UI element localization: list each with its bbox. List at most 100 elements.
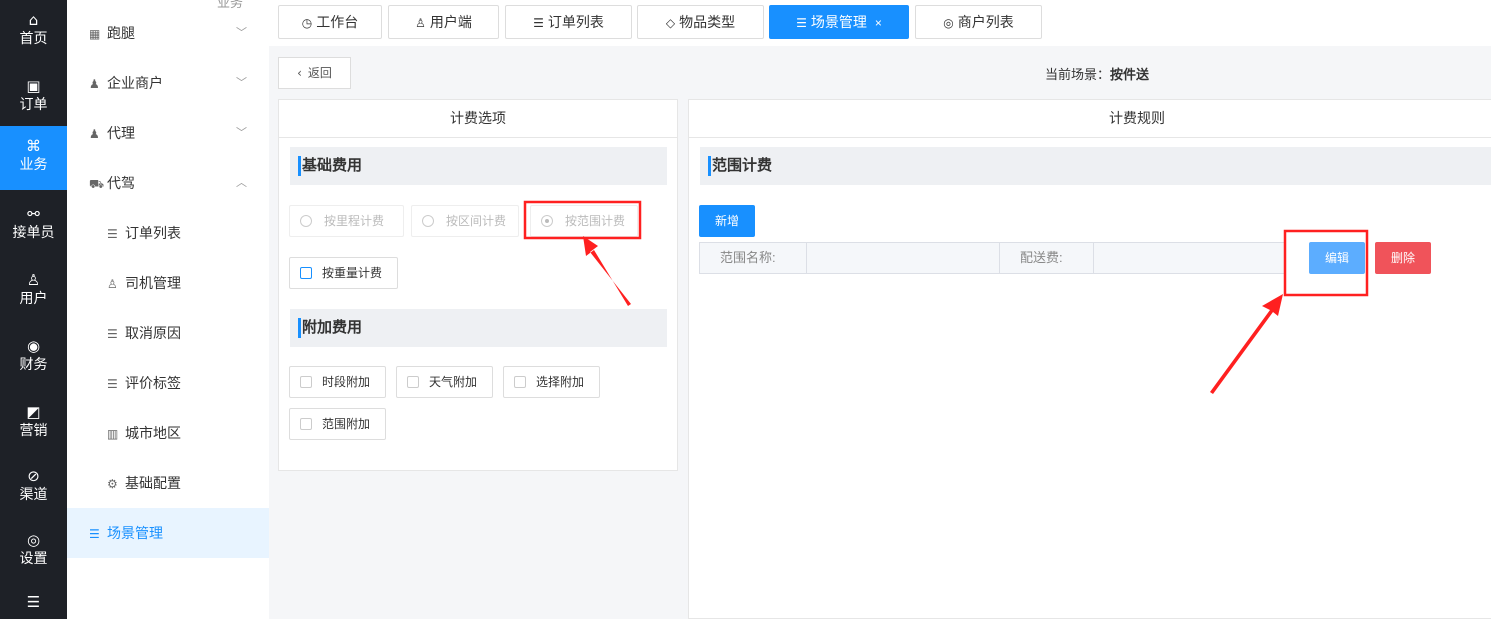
option-label: 按里程计费 (324, 214, 385, 228)
settings-icon: ◎ (26, 531, 41, 549)
submenu-label: 评价标签 (125, 375, 181, 391)
back-button[interactable]: ‹ 返回 (278, 57, 351, 89)
option-label: 按重量计费 (322, 266, 383, 280)
list-icon: ☰ (107, 227, 118, 241)
checkbox-square (300, 418, 312, 430)
submenu-item-order-list[interactable]: ☰ 订单列表 (67, 208, 269, 258)
business-icon: ⌘ (26, 137, 41, 155)
rail-item-user[interactable]: ♙ 用户 (0, 260, 67, 324)
sliders-icon: ☰ (26, 593, 41, 611)
submenu-item-enterprise[interactable]: ♟ 企业商户 ﹀ (67, 58, 269, 108)
user-icon: ♙ (26, 271, 41, 289)
submenu-label: 代理 (107, 125, 135, 141)
interval-billing-radio[interactable]: 按区间计费 (411, 205, 519, 237)
submenu-item-agent[interactable]: ♟ 代理 ﹀ (67, 108, 269, 158)
range-billing-radio[interactable]: 按范围计费 (530, 205, 638, 237)
driver-manage-icon: ♙ (107, 277, 118, 291)
app-nav-rail: ⌂ 首页 ▣ 订单 ⌘ 业务 ⚯ 接单员 ♙ 用户 ◉ 财务 ◩ 营销 ⊘ 渠道 ◎ 设置 ☰ (0, 0, 67, 619)
marketing-icon: ◩ (26, 403, 41, 421)
back-label: 返回 (307, 66, 332, 80)
order-icon: ▣ (26, 77, 41, 95)
checkbox-square (407, 376, 419, 388)
rail-item-settings[interactable]: ◎ 设置 (0, 520, 67, 584)
rail-item-order[interactable]: ▣ 订单 (0, 66, 67, 130)
add-button[interactable]: 新增 (699, 205, 755, 237)
enterprise-icon: ♟ (89, 77, 100, 91)
user-icon: ♙ (415, 16, 426, 30)
submenu-item-driver[interactable]: ⛟ 代驾 ︿ (67, 158, 269, 208)
submenu-item-cancel-reason[interactable]: ☰ 取消原因 (67, 308, 269, 358)
tab-dashboard[interactable]: ◷ 工作台 (278, 5, 382, 39)
rail-item-channel[interactable]: ⊘ 渠道 (0, 456, 67, 520)
tab-scene-manage[interactable]: ☰ 场景管理 × (769, 5, 909, 39)
channel-icon: ⊘ (27, 467, 40, 485)
rail-label: 设置 (19, 550, 48, 566)
rail-item-rider[interactable]: ⚯ 接单员 (0, 194, 67, 258)
merchant-icon: ◎ (943, 16, 954, 30)
rail-item-home[interactable]: ⌂ 首页 (0, 0, 67, 64)
tab-user-side[interactable]: ♙ 用户端 (388, 5, 499, 39)
checkbox-square (514, 376, 526, 388)
tab-order-list[interactable]: ☰ 订单列表 (505, 5, 632, 39)
chevron-down-icon: ﹀ (236, 126, 247, 139)
weight-billing-checkbox[interactable]: 按重量计费 (289, 257, 398, 289)
submenu-label: 基础配置 (125, 475, 181, 491)
list-icon: ☰ (107, 327, 118, 341)
rail-item-marketing[interactable]: ◩ 营销 (0, 392, 67, 456)
rail-label: 业务 (19, 156, 48, 172)
option-label: 按范围计费 (565, 214, 626, 228)
range-name-input[interactable] (806, 242, 1000, 274)
chevron-left-icon: ‹ (297, 66, 302, 80)
submenu-item-city-area[interactable]: ▥ 城市地区 (67, 408, 269, 458)
tab-item-type[interactable]: ◇ 物品类型 (637, 5, 764, 39)
current-scene-value: 按件送 (1110, 67, 1150, 82)
rail-item-finance[interactable]: ◉ 财务 (0, 326, 67, 390)
edit-button[interactable]: 编辑 (1309, 242, 1365, 274)
option-label: 范围附加 (322, 417, 371, 431)
option-label: 天气附加 (429, 375, 478, 389)
submenu-item-review-tags[interactable]: ☰ 评价标签 (67, 358, 269, 408)
rail-label: 接单员 (12, 224, 55, 240)
rail-label: 渠道 (19, 486, 48, 502)
submenu-item-scene-manage[interactable]: ☰ 场景管理 (67, 508, 269, 558)
tab-merchant-list[interactable]: ◎ 商户列表 (915, 5, 1042, 39)
submenu-label: 代驾 (107, 175, 135, 191)
mileage-billing-radio[interactable]: 按里程计费 (289, 205, 404, 237)
chevron-down-icon: ﹀ (236, 26, 247, 39)
tag-icon: ◇ (665, 16, 676, 30)
tab-label: 物品类型 (679, 14, 736, 30)
select-surcharge-checkbox[interactable]: 选择附加 (503, 366, 600, 398)
tab-label: 订单列表 (547, 14, 604, 30)
tab-label: 工作台 (316, 14, 359, 30)
driver-icon: ⛟ (89, 177, 105, 191)
time-surcharge-checkbox[interactable]: 时段附加 (289, 366, 386, 398)
range-surcharge-checkbox[interactable]: 范围附加 (289, 408, 386, 440)
delivery-fee-input[interactable] (1093, 242, 1286, 274)
submenu-item-errand[interactable]: ▦ 跑腿 ﹀ (67, 8, 269, 58)
billing-rules-title: 计费规则 (689, 100, 1491, 138)
dashboard-icon: ◷ (301, 16, 313, 30)
rail-item-more[interactable]: ☰ (0, 582, 67, 619)
submenu-label: 企业商户 (107, 75, 163, 91)
chevron-down-icon: ﹀ (236, 76, 247, 89)
city-icon: ▥ (107, 427, 119, 441)
checkbox-square (300, 376, 312, 388)
radio-circle (422, 215, 434, 227)
weather-surcharge-checkbox[interactable]: 天气附加 (396, 366, 493, 398)
close-icon[interactable]: × (875, 16, 882, 30)
submenu-item-basic-config[interactable]: ⚙ 基础配置 (67, 458, 269, 508)
gear-icon: ⚙ (107, 477, 118, 491)
submenu-label: 场景管理 (107, 525, 163, 541)
errand-icon: ▦ (89, 27, 101, 41)
rail-label: 订单 (19, 96, 48, 112)
billing-options-title: 计费选项 (279, 100, 677, 138)
chevron-up-icon: ︿ (236, 176, 247, 189)
submenu-item-driver-manage[interactable]: ♙ 司机管理 (67, 258, 269, 308)
option-label: 按区间计费 (446, 214, 507, 228)
range-name-label: 范围名称: (699, 242, 807, 274)
rail-item-business[interactable]: ⌘ 业务 (0, 126, 67, 190)
delivery-fee-label: 配送费: (999, 242, 1094, 274)
rail-label: 用户 (19, 290, 48, 306)
delete-button[interactable]: 删除 (1375, 242, 1431, 274)
scene-icon: ☰ (796, 16, 807, 30)
